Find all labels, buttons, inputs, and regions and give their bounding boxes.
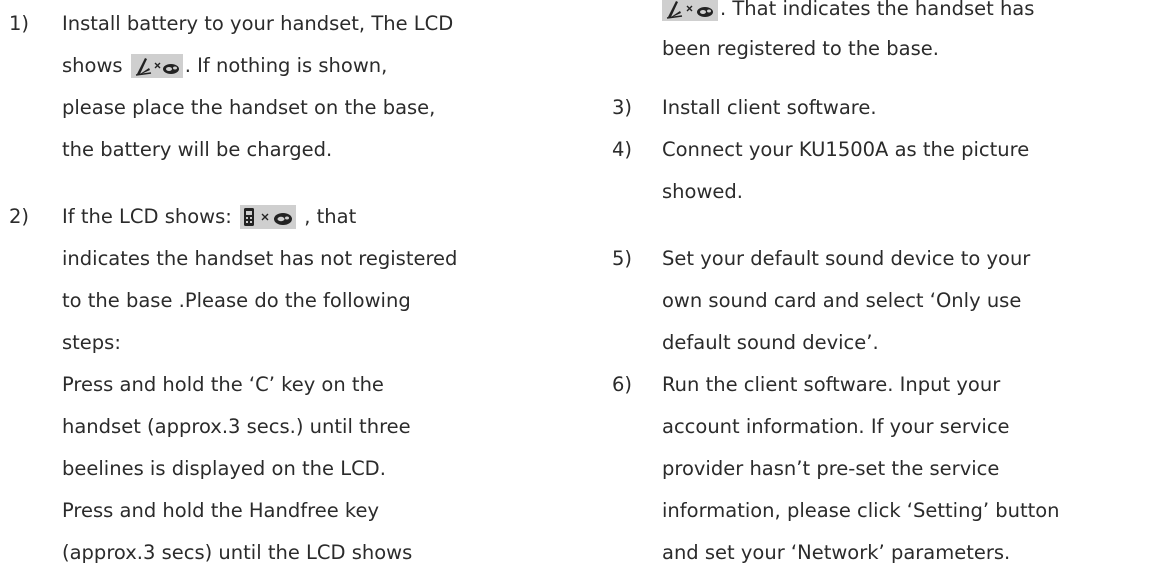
step-2-line-4: steps: xyxy=(62,331,121,354)
step-6-line-4: information, please click ‘Setting’ butt… xyxy=(662,499,1060,522)
step-1-number: 1) xyxy=(9,12,30,35)
step-2-line-5: Press and hold the ‘C’ key on the xyxy=(62,373,384,396)
step-1-line-2: shows . If nothing is shown, xyxy=(62,51,387,81)
step-5-line-1: Set your default sound device to your xyxy=(662,247,1031,270)
step-2-continuation-line-1-text: . That indicates the handset has xyxy=(720,0,1035,20)
step-3-line-1: Install client software. xyxy=(662,96,877,119)
step-5-line-3: default sound device’. xyxy=(662,331,879,354)
step-4-line-1: Connect your KU1500A as the picture xyxy=(662,138,1030,161)
step-2-continuation-line-1: . That indicates the handset has xyxy=(660,0,1034,24)
handset-x-link-icon xyxy=(240,205,297,229)
step-2-line-7: beelines is displayed on the LCD. xyxy=(62,457,386,480)
step-6-line-3: provider hasn’t pre-set the service xyxy=(662,457,1000,480)
step-3-number: 3) xyxy=(612,96,633,119)
step-2-line-6: handset (approx.3 secs.) until three xyxy=(62,415,411,438)
step-5-number: 5) xyxy=(612,247,633,270)
step-6-line-5: and set your ‘Network’ parameters. xyxy=(662,541,1011,564)
step-2-line-3: to the base .Please do the following xyxy=(62,289,411,312)
pen-signal-x-link-icon xyxy=(130,54,183,78)
step-6-number: 6) xyxy=(612,373,633,396)
step-4-line-2: showed. xyxy=(662,180,743,203)
pen-signal-x-link-icon xyxy=(662,0,718,21)
step-2-line-1-pre: If the LCD shows: xyxy=(62,205,239,228)
step-5-line-2: own sound card and select ‘Only use xyxy=(662,289,1022,312)
step-1-line-2-pre: shows xyxy=(62,54,129,77)
step-6-line-1: Run the client software. Input your xyxy=(662,373,1001,396)
step-2-line-9: (approx.3 secs) until the LCD shows xyxy=(62,541,413,564)
step-2-line-2: indicates the handset has not registered xyxy=(62,247,458,270)
step-2-line-8: Press and hold the Handfree key xyxy=(62,499,380,522)
step-2-number: 2) xyxy=(9,205,30,228)
step-2-line-1: If the LCD shows: , that xyxy=(62,202,356,232)
step-6-line-2: account information. If your service xyxy=(662,415,1010,438)
step-1-line-1: Install battery to your handset, The LCD xyxy=(62,12,454,35)
step-1-line-3: please place the handset on the base, xyxy=(62,96,436,119)
step-2-line-1-post: , that xyxy=(298,205,357,228)
step-4-number: 4) xyxy=(612,138,633,161)
step-2-continuation-line-2: been registered to the base. xyxy=(662,37,939,60)
step-1-line-4: the battery will be charged. xyxy=(62,138,333,161)
step-1-line-2-post: . If nothing is shown, xyxy=(184,54,388,77)
